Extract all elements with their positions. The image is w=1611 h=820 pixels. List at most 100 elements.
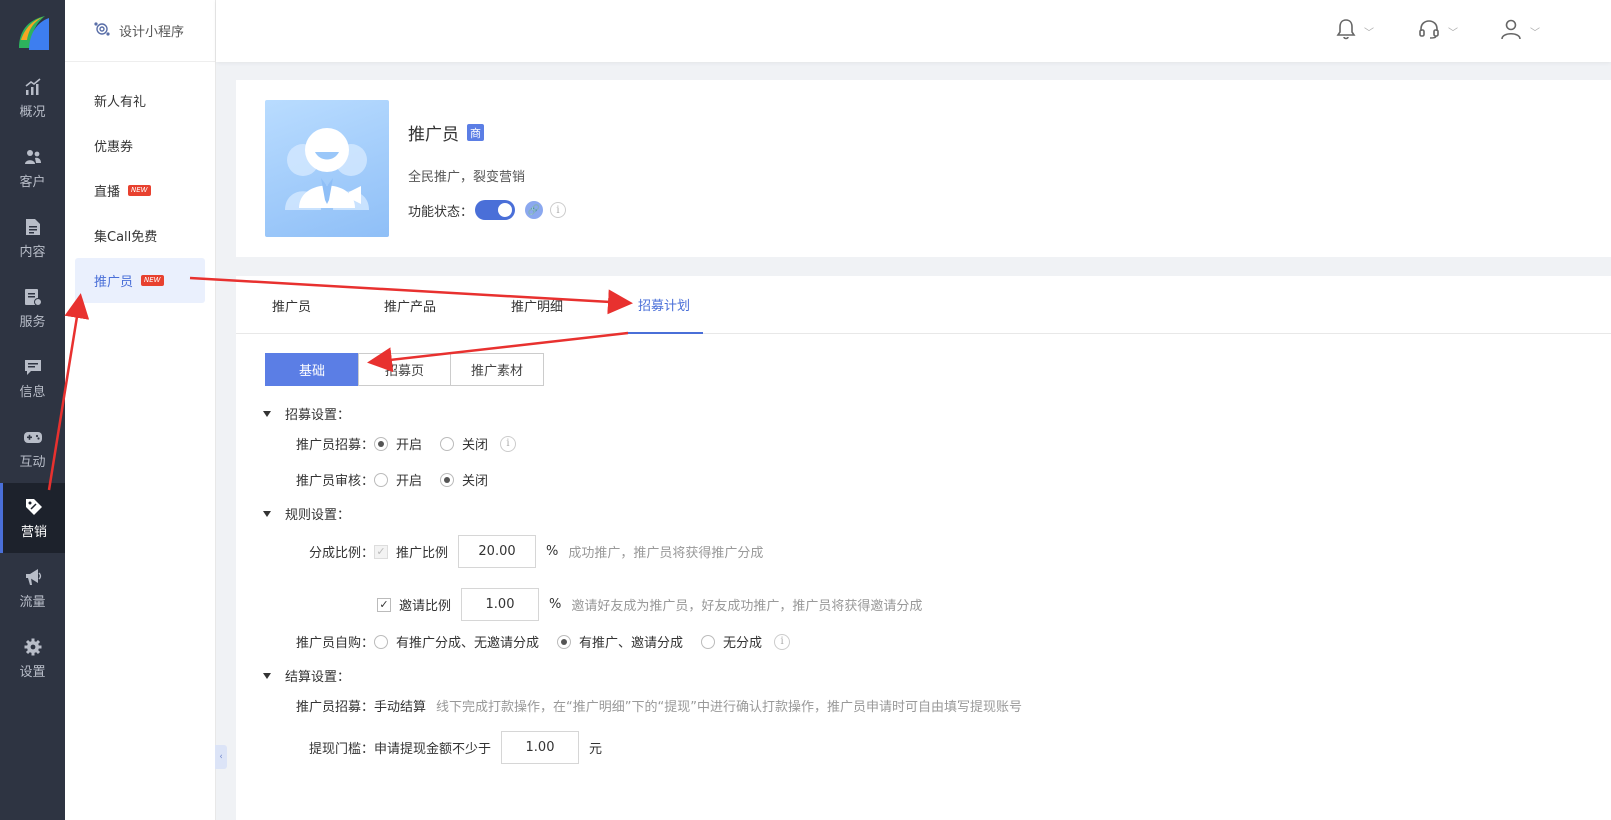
sidebar-item-jicall[interactable]: 集Call免费	[75, 213, 205, 258]
review-on-option[interactable]: 开启	[374, 470, 422, 489]
threshold-text: 申请提现金额不少于	[374, 742, 492, 757]
top-bar: ﹀ ﹀ ﹀	[216, 0, 1611, 62]
feature-description: 全民推广，裂变营销	[408, 170, 526, 185]
section-recruit[interactable]: 招募设置：	[263, 404, 350, 423]
nav-label: 信息	[19, 384, 46, 400]
nav-item-interaction[interactable]: 互动	[0, 413, 65, 483]
chevron-down-icon: ﹀	[1364, 27, 1374, 39]
sidebar-item-promoter[interactable]: 推广员 NEW	[75, 258, 205, 303]
nav-item-marketing[interactable]: 营销	[0, 483, 65, 553]
gamepad-icon	[23, 427, 43, 447]
nav-item-traffic[interactable]: 流量	[0, 553, 65, 623]
sidebar-item-label: 集Call免费	[94, 230, 158, 245]
secondary-sidebar: 设计小程序 新人有礼 优惠券 直播 NEW 集Call免费 推广员 NEW	[65, 0, 216, 820]
radio-checked[interactable]	[440, 472, 455, 487]
subtab-basic[interactable]: 基础	[265, 353, 359, 386]
support-menu[interactable]: ﹀	[1418, 18, 1458, 44]
tab-promo-products[interactable]: 推广产品	[384, 276, 436, 334]
sidebar-item-label: 优惠券	[94, 140, 134, 155]
info-icon[interactable]: i	[500, 435, 517, 452]
section-title: 招募设置：	[285, 408, 351, 423]
option-label: 关闭	[462, 438, 489, 453]
info-icon[interactable]: i	[774, 633, 791, 650]
user-menu[interactable]: ﹀	[1500, 18, 1540, 44]
caret-down-icon	[263, 510, 271, 517]
chevron-down-icon: ﹀	[1530, 27, 1540, 39]
tab-bar: 推广员 推广产品 推广明细 招募计划	[236, 276, 1611, 334]
nav-item-content[interactable]: 内容	[0, 203, 65, 273]
subtab-promo-material[interactable]: 推广素材	[450, 353, 544, 386]
sidebar-header[interactable]: 设计小程序	[65, 0, 215, 62]
review-row: 推广员审核： 开启 关闭	[236, 470, 506, 489]
field-label: 推广员自购：	[295, 636, 374, 651]
feature-status: 功能状态： 🔗 i	[408, 200, 567, 220]
new-badge: NEW	[141, 275, 164, 286]
radio-checked[interactable]	[374, 436, 388, 451]
nav-item-overview[interactable]: 概况	[0, 63, 65, 133]
feature-title-text: 推广员	[408, 125, 459, 145]
nav-item-service[interactable]: 服务	[0, 273, 65, 343]
section-rules[interactable]: 规则设置：	[263, 504, 350, 523]
main-nav: 概况 客户 内容 服务 信息 互动 营销 流量 设置	[0, 0, 65, 820]
sidebar-item-label: 推广员	[94, 275, 134, 290]
feature-status-toggle[interactable]	[475, 200, 516, 220]
section-settlement[interactable]: 结算设置：	[263, 666, 350, 685]
self-purchase-option-1[interactable]: 有推广分成、无邀请分成	[374, 632, 539, 651]
tab-recruit-plan[interactable]: 招募计划	[625, 276, 704, 334]
invite-ratio-input[interactable]: 1.00	[461, 588, 540, 621]
subtab-recruit-page[interactable]: 招募页	[358, 353, 451, 386]
nav-label: 服务	[19, 314, 46, 330]
nav-item-customers[interactable]: 客户	[0, 133, 65, 203]
withdraw-threshold-row: 提现门槛： 申请提现金额不少于 1.00 元	[236, 731, 602, 764]
nav-label: 互动	[19, 454, 46, 470]
invite-ratio-row: ✓ 邀请比例 1.00 % 邀请好友成为推广员，好友成功推广，推广员将获得邀请分…	[377, 588, 922, 621]
tab-promo-details[interactable]: 推广明细	[511, 276, 563, 334]
sidebar-item-coupons[interactable]: 优惠券	[75, 123, 205, 168]
nav-label: 营销	[20, 524, 47, 540]
recruit-row: 推广员招募： 开启 关闭 i	[236, 434, 517, 453]
nav-item-settings[interactable]: 设置	[0, 623, 65, 693]
tab-promoters[interactable]: 推广员	[272, 276, 311, 334]
radio[interactable]	[440, 436, 455, 451]
sidebar-collapse-button[interactable]: ‹	[215, 745, 227, 769]
notifications-menu[interactable]: ﹀	[1336, 18, 1374, 44]
radio-checked[interactable]	[557, 634, 572, 649]
user-icon	[1500, 18, 1522, 44]
chart-up-icon	[23, 77, 43, 97]
invite-ratio-checkbox[interactable]: ✓	[377, 597, 391, 612]
document-icon	[23, 217, 43, 237]
field-label: 提现门槛：	[308, 742, 374, 757]
option-label: 有推广分成、无邀请分成	[396, 636, 540, 651]
promo-ratio-input[interactable]: 20.00	[458, 535, 537, 568]
info-icon[interactable]: i	[550, 202, 567, 218]
caret-down-icon	[263, 672, 271, 679]
review-off-option[interactable]: 关闭	[440, 470, 488, 489]
link-icon[interactable]: 🔗	[525, 201, 544, 219]
recruit-on-option[interactable]: 开启	[374, 434, 422, 453]
gear-icon	[23, 637, 43, 657]
status-label: 功能状态：	[408, 204, 474, 220]
headset-icon	[1418, 18, 1440, 44]
promo-ratio-row: 分成比例： ✓ 推广比例 20.00 % 成功推广，推广员将获得推广分成	[236, 535, 763, 568]
nav-label: 客户	[19, 174, 46, 190]
percent-unit: %	[549, 597, 562, 612]
recruit-off-option[interactable]: 关闭	[440, 434, 488, 453]
promo-ratio-hint: 成功推广，推广员将获得推广分成	[568, 546, 764, 561]
sidebar-item-newcomer-gift[interactable]: 新人有礼	[75, 78, 205, 123]
self-purchase-option-2[interactable]: 有推广、邀请分成	[557, 632, 683, 651]
sidebar-item-label: 新人有礼	[94, 95, 147, 110]
radio[interactable]	[374, 634, 388, 649]
subtab-group: 基础 招募页 推广素材	[265, 353, 544, 386]
radio[interactable]	[701, 634, 716, 649]
app-logo[interactable]	[0, 0, 65, 63]
field-label: 分成比例：	[308, 546, 374, 561]
nav-item-messages[interactable]: 信息	[0, 343, 65, 413]
self-purchase-option-3[interactable]: 无分成	[701, 632, 762, 651]
caret-down-icon	[263, 410, 271, 417]
field-label: 推广员招募：	[295, 700, 374, 715]
sidebar-item-live[interactable]: 直播 NEW	[75, 168, 205, 213]
self-purchase-row: 推广员自购： 有推广分成、无邀请分成 有推广、邀请分成 无分成 i	[236, 632, 791, 651]
threshold-input[interactable]: 1.00	[501, 731, 580, 764]
feature-title: 推广员 商	[408, 120, 484, 145]
radio[interactable]	[374, 472, 388, 487]
